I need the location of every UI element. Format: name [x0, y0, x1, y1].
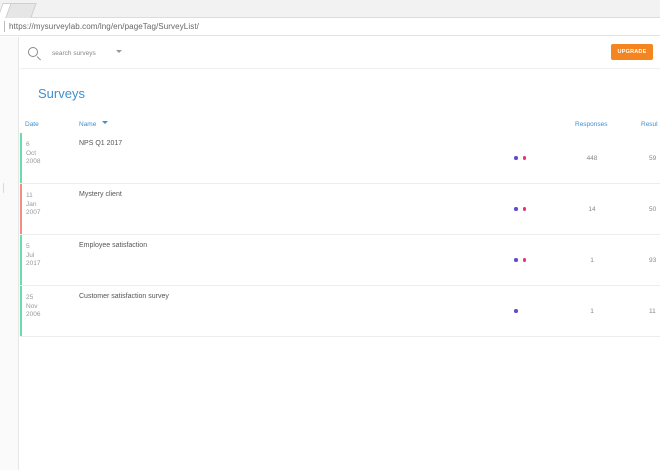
status-dot: [514, 258, 518, 262]
survey-date: 25 Nov 2006: [26, 294, 56, 320]
survey-date-month: Oct: [26, 149, 37, 157]
survey-results: 50: [649, 206, 657, 213]
survey-date-day: 25: [26, 294, 34, 301]
address-bar[interactable]: https://mysurveylab.com/lng/en/pageTag/S…: [0, 18, 660, 36]
column-header-name[interactable]: Name: [79, 121, 96, 128]
survey-date-day: 5: [26, 243, 30, 250]
status-dot: [522, 207, 526, 211]
browser-tab-strip: [0, 0, 660, 18]
address-url[interactable]: https://mysurveylab.com/lng/en/pageTag/S…: [9, 22, 199, 31]
address-bar-divider: [4, 21, 5, 32]
survey-date-month: Jan: [26, 200, 37, 208]
left-sidebar: [0, 37, 19, 470]
status-dot: [514, 156, 518, 160]
survey-responses: 1: [590, 308, 594, 315]
survey-results: 93: [649, 257, 657, 264]
survey-date-year: 2007: [26, 209, 41, 216]
status-dot: [522, 258, 526, 262]
survey-name[interactable]: Customer satisfaction survey: [79, 293, 169, 300]
survey-responses: 1: [590, 257, 594, 264]
row-status-bar: [20, 286, 22, 336]
survey-date-day: 6: [26, 141, 30, 148]
survey-date-year: 2006: [26, 311, 41, 318]
row-status-bar: [20, 184, 22, 234]
survey-responses: 14: [588, 206, 596, 213]
survey-status-dots: [514, 258, 531, 262]
table-header: Date Name Responses Resul: [20, 118, 660, 132]
column-header-date[interactable]: Date: [25, 121, 39, 128]
table-row[interactable]: 11 Jan 2007 Mystery client 14 50: [20, 184, 660, 235]
sidebar-handle[interactable]: [0, 183, 4, 193]
column-header-responses[interactable]: Responses: [575, 121, 608, 128]
survey-responses: 448: [586, 155, 598, 162]
survey-date-month: Nov: [26, 302, 38, 310]
table-row[interactable]: 25 Nov 2006 Customer satisfaction survey 1 11: [20, 286, 660, 337]
sort-desc-icon[interactable]: [102, 121, 108, 124]
row-status-bar: [20, 133, 22, 183]
search-input[interactable]: [52, 47, 114, 59]
survey-date-day: 11: [26, 192, 33, 199]
survey-name[interactable]: Employee satisfaction: [79, 242, 147, 249]
survey-name[interactable]: NPS Q1 2017: [79, 140, 122, 147]
survey-name[interactable]: Mystery client: [79, 191, 122, 198]
survey-status-dots: [514, 309, 523, 313]
survey-results: 11: [649, 308, 656, 315]
table-row[interactable]: 6 Oct 2008 NPS Q1 2017 448 59: [20, 133, 660, 184]
survey-date: 11 Jan 2007: [26, 192, 56, 218]
survey-date-year: 2008: [26, 158, 41, 165]
survey-status-dots: [514, 156, 531, 160]
browser-new-tab[interactable]: [5, 3, 37, 18]
survey-date-year: 2017: [26, 260, 41, 267]
chevron-down-icon[interactable]: [116, 50, 122, 53]
status-dot: [514, 309, 518, 313]
status-dot: [514, 207, 518, 211]
survey-status-dots: [514, 207, 531, 211]
page-title: Surveys: [38, 86, 85, 101]
table-row[interactable]: 5 Jul 2017 Employee satisfaction 1 93: [20, 235, 660, 286]
status-dot: [522, 156, 526, 160]
survey-results: 59: [649, 155, 657, 162]
top-toolbar: UPGRADE: [20, 37, 660, 69]
upgrade-button[interactable]: UPGRADE: [611, 44, 653, 60]
survey-date: 5 Jul 2017: [26, 243, 56, 269]
survey-date-month: Jul: [26, 251, 35, 259]
row-status-bar: [20, 235, 22, 285]
search-icon[interactable]: [28, 47, 38, 57]
survey-date: 6 Oct 2008: [26, 141, 56, 167]
column-header-results[interactable]: Resul: [641, 121, 658, 128]
